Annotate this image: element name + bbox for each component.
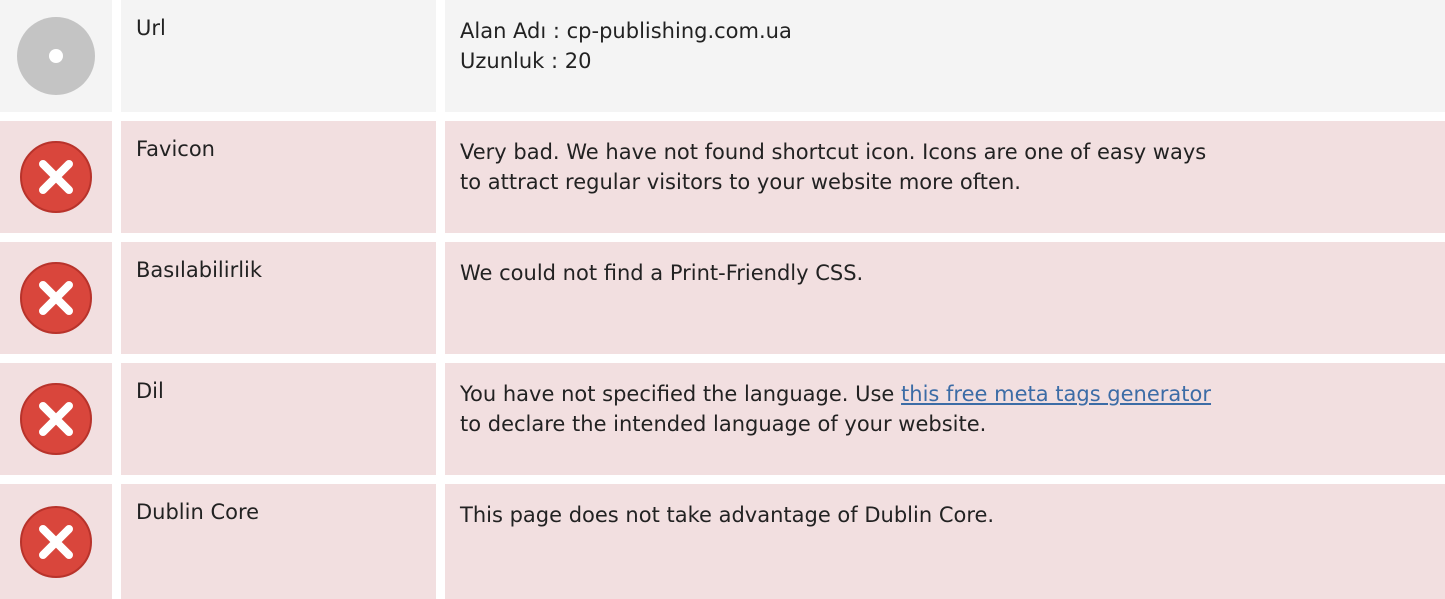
table-row-favicon: Favicon Very bad. We have not found shor… (0, 121, 1445, 233)
status-cell (0, 121, 112, 233)
row-value: Alan Adı : cp-publishing.com.ua Uzunluk … (445, 0, 1445, 112)
favicon-message-line-2: to attract regular visitors to your webs… (460, 170, 1021, 194)
language-message-line-2: to declare the intended language of your… (460, 412, 987, 436)
printability-message: We could not find a Print-Friendly CSS. (460, 261, 864, 285)
favicon-message-line-1: Very bad. We have not found shortcut ico… (460, 140, 1207, 164)
row-label: Favicon (121, 121, 436, 233)
row-label: Url (121, 0, 436, 112)
row-value: Very bad. We have not found shortcut ico… (445, 121, 1445, 233)
table-row-dublin-core: Dublin Core This page does not take adva… (0, 484, 1445, 599)
error-x-icon (19, 382, 93, 456)
domain-name-text: Alan Adı : cp-publishing.com.ua (460, 19, 792, 43)
url-length-text: Uzunluk : 20 (460, 49, 592, 73)
error-x-icon (19, 140, 93, 214)
language-message-prefix: You have not specified the language. Use (460, 382, 902, 406)
analysis-table: Url Alan Adı : cp-publishing.com.ua Uzun… (0, 0, 1445, 599)
row-value: You have not specified the language. Use… (445, 363, 1445, 475)
error-x-icon (19, 505, 93, 579)
status-cell (0, 363, 112, 475)
row-value: We could not find a Print-Friendly CSS. (445, 242, 1445, 354)
neutral-circle-icon (15, 15, 97, 97)
error-x-icon (19, 261, 93, 335)
status-cell (0, 242, 112, 354)
language-message-line-1: You have not specified the language. Use… (460, 379, 1445, 409)
row-label: Dil (121, 363, 436, 475)
table-row-printability: Basılabilirlik We could not find a Print… (0, 242, 1445, 354)
row-value: This page does not take advantage of Dub… (445, 484, 1445, 599)
row-label: Basılabilirlik (121, 242, 436, 354)
dublin-core-message: This page does not take advantage of Dub… (460, 503, 995, 527)
status-cell (0, 0, 112, 112)
table-row-url: Url Alan Adı : cp-publishing.com.ua Uzun… (0, 0, 1445, 112)
meta-tags-generator-link[interactable]: this free meta tags generator (901, 382, 1211, 406)
row-label: Dublin Core (121, 484, 436, 599)
status-cell (0, 484, 112, 599)
table-row-language: Dil You have not specified the language.… (0, 363, 1445, 475)
